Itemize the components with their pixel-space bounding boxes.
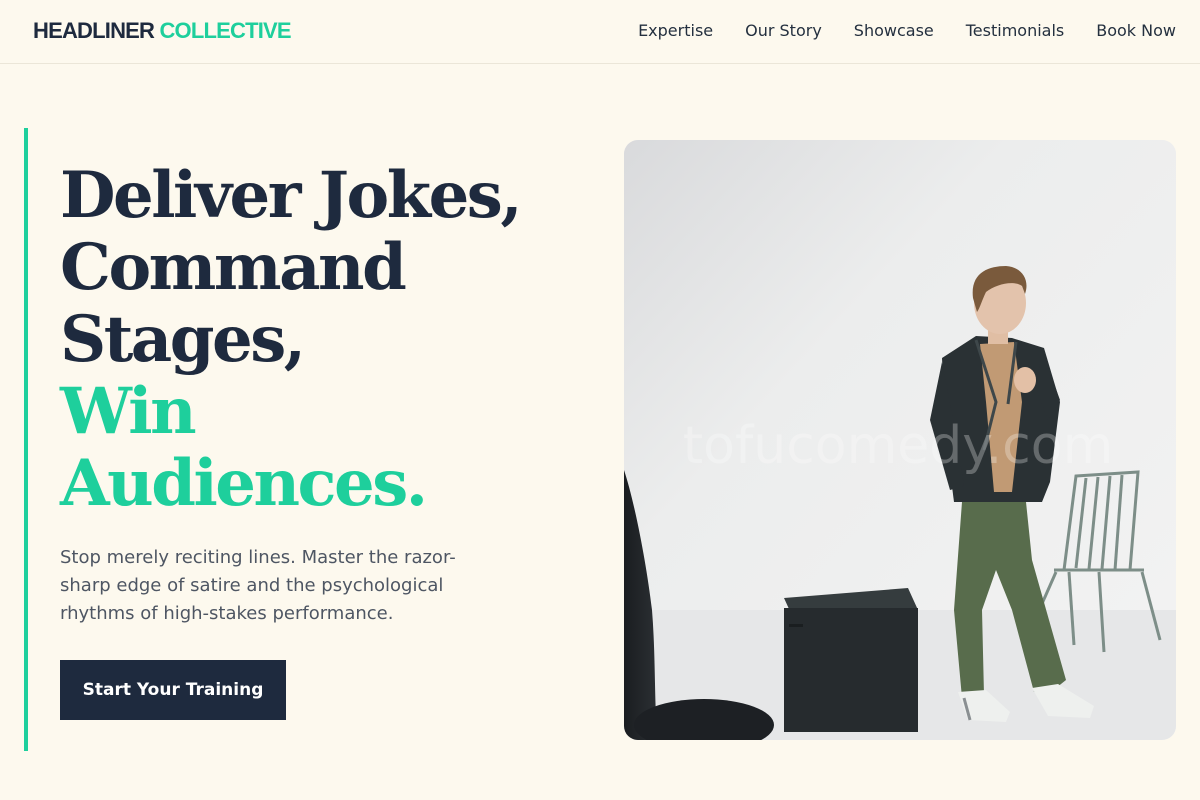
headline-line-2: Command — [60, 230, 407, 305]
hero-photo: tofucomedy.com — [624, 140, 1176, 740]
headline-line-1: Deliver Jokes, — [60, 158, 523, 233]
brand-name-part1: HEADLINER — [33, 18, 155, 43]
hero-subtext: Stop merely reciting lines. Master the r… — [60, 547, 456, 624]
headline-accent-line-1: Win — [60, 374, 197, 449]
nav-link-book-now[interactable]: Book Now — [1096, 20, 1176, 42]
headline-accent-line-2: Audiences. — [60, 446, 428, 521]
image-watermark: tofucomedy.com — [683, 416, 1113, 476]
brand-logo[interactable]: HEADLINER COLLECTIVE — [33, 17, 292, 45]
main-nav: Expertise Our Story Showcase Testimonial… — [638, 20, 1176, 42]
start-training-button[interactable]: Start Your Training — [60, 660, 286, 720]
nav-link-expertise[interactable]: Expertise — [638, 20, 713, 42]
nav-link-our-story[interactable]: Our Story — [745, 20, 822, 42]
nav-link-showcase[interactable]: Showcase — [854, 20, 934, 42]
nav-link-testimonials[interactable]: Testimonials — [966, 20, 1065, 42]
headline-line-3: Stages, — [60, 302, 306, 377]
site-header: HEADLINER COLLECTIVE Expertise Our Story… — [0, 0, 1200, 64]
hero-accent-bar — [24, 128, 28, 751]
brand-name-part2: COLLECTIVE — [159, 18, 291, 43]
hero-headline: Deliver Jokes, Command Stages, Win Audie… — [60, 160, 600, 520]
